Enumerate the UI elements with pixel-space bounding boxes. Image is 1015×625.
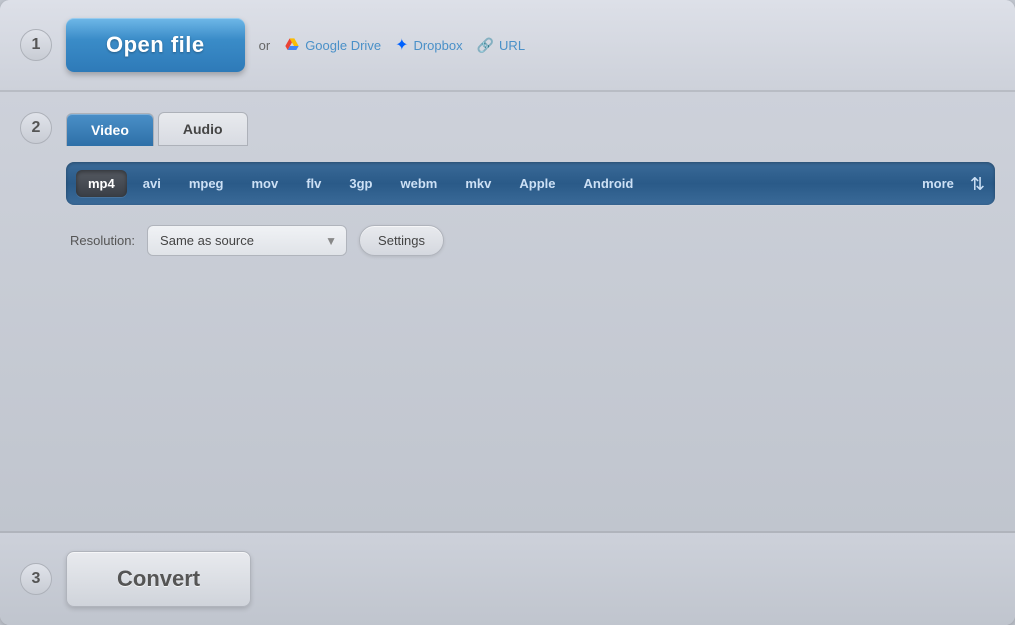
format-tabs: Video Audio (66, 112, 995, 146)
url-link[interactable]: 🔗 URL (477, 37, 525, 54)
url-label: URL (499, 38, 525, 53)
section-1: 1 Open file or Google Drive ✦ Dropbox 🔗 … (0, 0, 1015, 92)
format-mov[interactable]: mov (239, 170, 290, 197)
convert-button[interactable]: Convert (66, 551, 251, 607)
google-drive-label: Google Drive (305, 38, 381, 53)
link-icon: 🔗 (477, 37, 494, 54)
resolution-row: Resolution: Same as source 1080p 720p 48… (66, 225, 995, 256)
section-2: 2 Video Audio mp4 avi mpeg mov flv 3gp w… (0, 92, 1015, 533)
format-mkv[interactable]: mkv (453, 170, 503, 197)
tab-video[interactable]: Video (66, 113, 154, 146)
dropbox-label: Dropbox (413, 38, 462, 53)
google-drive-icon (284, 37, 300, 53)
resolution-label: Resolution: (70, 233, 135, 248)
format-android[interactable]: Android (572, 170, 646, 197)
tab-audio[interactable]: Audio (158, 112, 248, 146)
dropbox-link[interactable]: ✦ Dropbox (395, 35, 463, 55)
step-2-circle: 2 (20, 112, 52, 144)
format-more[interactable]: more ⇅ (910, 170, 985, 197)
section-2-content: Video Audio mp4 avi mpeg mov flv 3gp web… (66, 112, 995, 256)
format-mp4[interactable]: mp4 (76, 170, 127, 197)
google-drive-link[interactable]: Google Drive (284, 37, 381, 53)
format-flv[interactable]: flv (294, 170, 333, 197)
format-apple[interactable]: Apple (507, 170, 567, 197)
format-avi[interactable]: avi (131, 170, 173, 197)
app-container: 1 Open file or Google Drive ✦ Dropbox 🔗 … (0, 0, 1015, 625)
resolution-select-wrapper: Same as source 1080p 720p 480p 360p 240p… (147, 225, 347, 256)
more-arrows-icon: ⇅ (970, 175, 985, 193)
step-3-circle: 3 (20, 563, 52, 595)
dropbox-icon: ✦ (395, 35, 408, 55)
open-file-button[interactable]: Open file (66, 18, 245, 72)
format-3gp[interactable]: 3gp (337, 170, 384, 197)
cloud-links: Google Drive ✦ Dropbox 🔗 URL (284, 35, 525, 55)
format-webm[interactable]: webm (389, 170, 450, 197)
resolution-select[interactable]: Same as source 1080p 720p 480p 360p 240p (147, 225, 347, 256)
or-text: or (259, 38, 271, 53)
step-1-circle: 1 (20, 29, 52, 61)
format-bar: mp4 avi mpeg mov flv 3gp webm mkv Apple … (66, 162, 995, 205)
format-mpeg[interactable]: mpeg (177, 170, 236, 197)
section-3: 3 Convert (0, 533, 1015, 625)
settings-button[interactable]: Settings (359, 225, 444, 256)
format-more-label: more (910, 170, 966, 197)
